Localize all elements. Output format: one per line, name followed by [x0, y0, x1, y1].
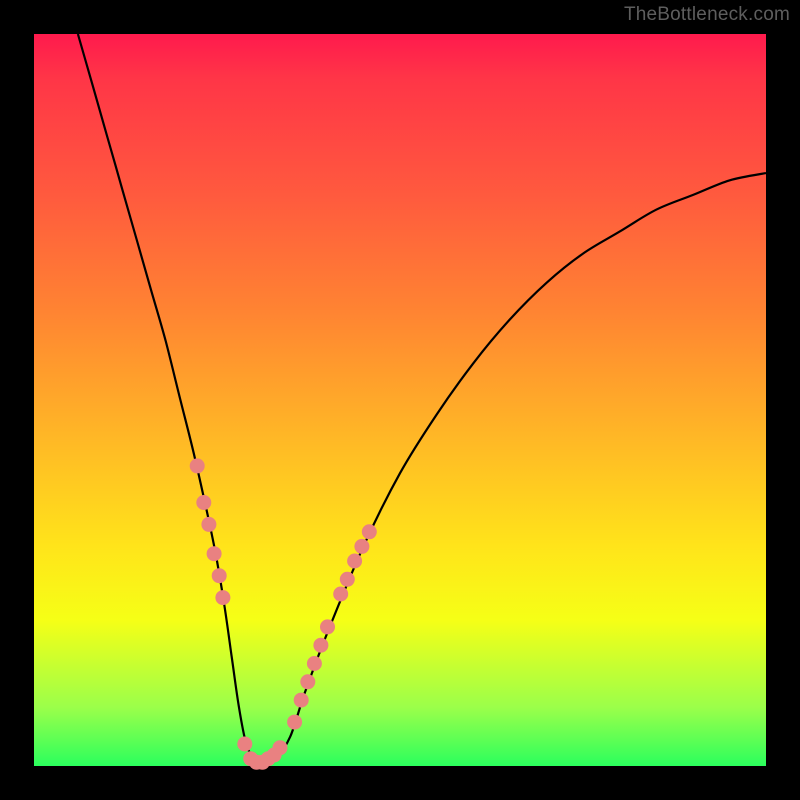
marker-dot: [212, 568, 227, 583]
marker-dot: [354, 539, 369, 554]
marker-dot: [313, 638, 328, 653]
marker-dot: [340, 572, 355, 587]
bottleneck-curve: [78, 34, 766, 766]
marker-group: [190, 458, 377, 769]
marker-dot: [207, 546, 222, 561]
marker-dot: [300, 674, 315, 689]
watermark-text: TheBottleneck.com: [624, 4, 790, 26]
curve-layer: [34, 34, 766, 766]
marker-dot: [201, 517, 216, 532]
marker-dot: [294, 693, 309, 708]
marker-dot: [190, 458, 205, 473]
plot-area: [34, 34, 766, 766]
marker-dot: [320, 619, 335, 634]
marker-dot: [333, 587, 348, 602]
marker-dot: [196, 495, 211, 510]
marker-dot: [287, 715, 302, 730]
marker-dot: [215, 590, 230, 605]
marker-dot: [347, 554, 362, 569]
marker-dot: [362, 524, 377, 539]
chart-frame: TheBottleneck.com: [0, 0, 800, 800]
marker-dot: [237, 737, 252, 752]
marker-dot: [273, 740, 288, 755]
marker-dot: [307, 656, 322, 671]
